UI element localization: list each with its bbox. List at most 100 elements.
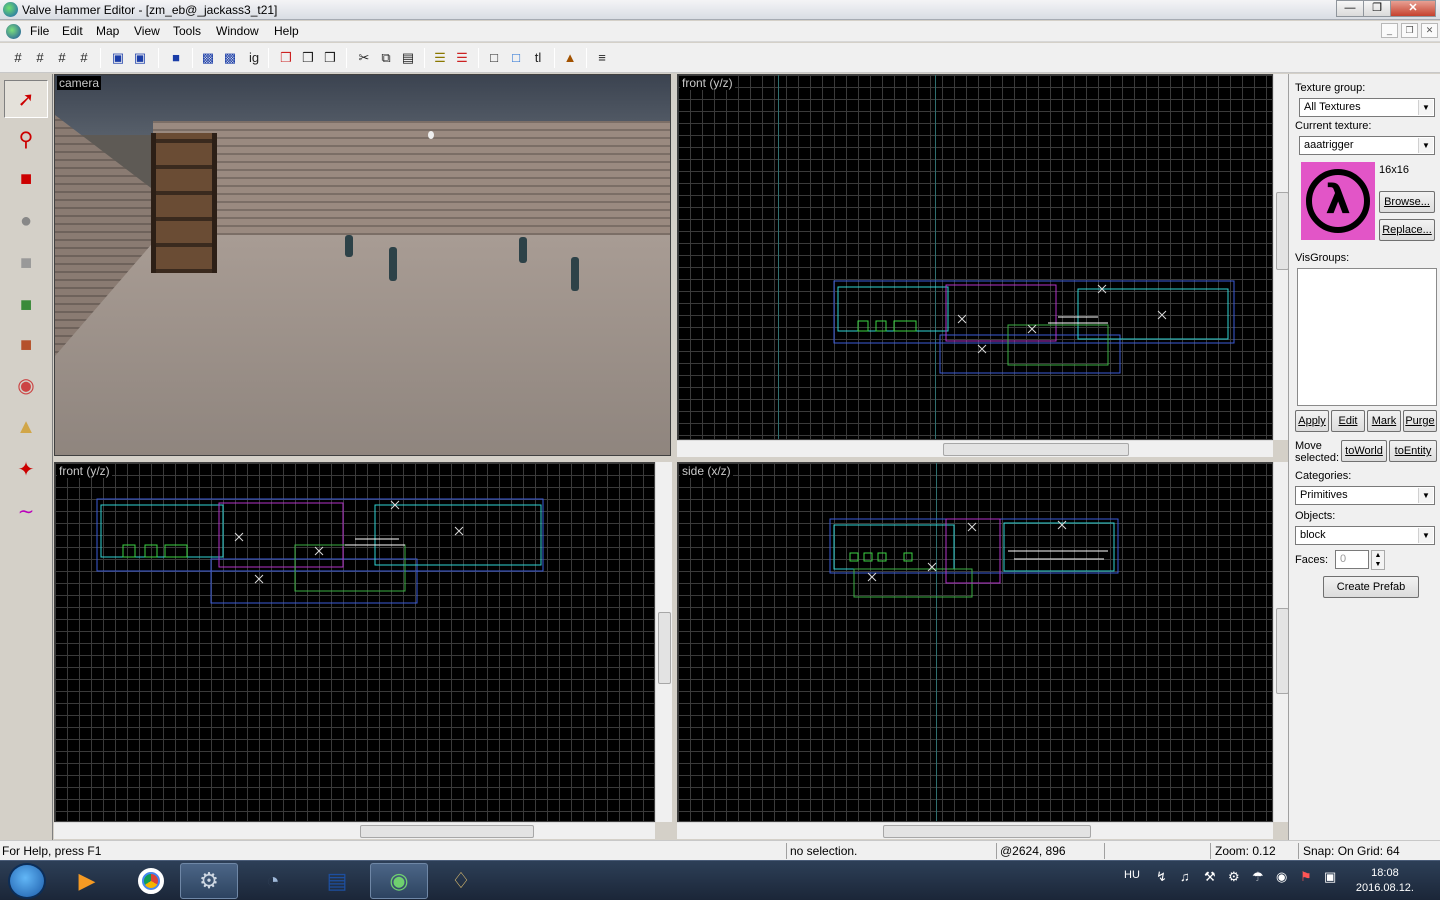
compile-icon[interactable]: ▲ <box>560 48 580 68</box>
apply-button[interactable]: Apply <box>1295 410 1329 432</box>
properties-icon[interactable]: ≡ <box>592 48 612 68</box>
paste-icon[interactable]: ▤ <box>398 48 418 68</box>
carve-icon[interactable]: ❒ <box>276 48 296 68</box>
brush-wireframe <box>829 518 1119 598</box>
selection-tool[interactable]: ➚ <box>4 80 48 118</box>
tray-network-icon[interactable]: ☂ <box>1252 869 1264 885</box>
volume-icon[interactable]: ♫ <box>1180 869 1190 884</box>
replace-button[interactable]: Replace... <box>1379 219 1435 241</box>
tray-monitor-icon[interactable]: ▣ <box>1324 869 1336 885</box>
minimize-button[interactable]: — <box>1336 0 1364 17</box>
to-world-button[interactable]: toWorld <box>1341 440 1387 462</box>
path-tool[interactable]: ∼ <box>4 492 48 530</box>
faces-input[interactable]: 0 <box>1335 550 1369 569</box>
steam-taskbar-icon[interactable]: ⚙ <box>180 863 238 899</box>
start-button[interactable] <box>8 863 46 899</box>
language-indicator[interactable]: HU <box>1124 869 1140 881</box>
categories-select[interactable]: Primitives ▼ <box>1295 486 1435 505</box>
mdi-minimize-button[interactable]: _ <box>1381 23 1398 38</box>
hammer-taskbar-icon[interactable]: ◔ <box>244 863 302 899</box>
browse-button[interactable]: Browse... <box>1379 191 1435 213</box>
texture-lock-icon[interactable]: ❒ <box>320 48 340 68</box>
mark-button[interactable]: Mark <box>1367 410 1401 432</box>
paint-taskbar-icon[interactable]: ♢ <box>432 863 490 899</box>
objects-select[interactable]: block ▼ <box>1295 526 1435 545</box>
front-viewport-top[interactable]: front (y/z) <box>677 74 1273 440</box>
menu-map[interactable]: Map <box>96 24 119 38</box>
menu-file[interactable]: File <box>30 24 49 38</box>
camera-tool[interactable]: ■ <box>4 160 48 198</box>
clip-icon: ▲ <box>16 415 36 438</box>
vertex-tool[interactable]: ✦ <box>4 450 48 488</box>
group-icon[interactable]: ▣ <box>108 48 128 68</box>
hollow-icon[interactable]: ❒ <box>298 48 318 68</box>
viewport-label: camera <box>57 76 102 90</box>
bounding-box-icon[interactable]: □ <box>484 48 504 68</box>
texture-apply-icon[interactable]: ☰ <box>452 48 472 68</box>
pointer-icon: ➚ <box>17 88 35 111</box>
edit-button[interactable]: Edit <box>1331 410 1365 432</box>
grid-smaller-icon[interactable]: # <box>52 48 72 68</box>
decal-icon: ◉ <box>17 374 35 397</box>
camera-viewport[interactable]: camera <box>54 74 671 456</box>
faces-spinner[interactable]: ▲ ▼ <box>1371 550 1385 570</box>
apply-texture-tool[interactable]: ■ <box>4 326 48 364</box>
entity-tool[interactable]: ● <box>4 202 48 240</box>
grid-larger-icon[interactable]: # <box>74 48 94 68</box>
close-button[interactable]: ✕ <box>1390 0 1436 17</box>
main-toolbar: # # # # ▣ ▣ ■ ▩ ▩ ig ❒ ❒ ❒ ✂ ⧉ ▤ ☰ ☰ □ □… <box>0 43 1440 73</box>
menu-tools[interactable]: Tools <box>173 24 201 38</box>
create-prefab-button[interactable]: Create Prefab <box>1323 576 1419 598</box>
document-icon[interactable] <box>6 24 21 39</box>
grid-toggle-icon[interactable]: # <box>8 48 28 68</box>
ungroup-icon[interactable]: ▣ <box>130 48 150 68</box>
chrome-taskbar-icon[interactable] <box>122 863 180 899</box>
copy-icon[interactable]: ⧉ <box>376 48 396 68</box>
horizontal-scrollbar[interactable] <box>677 440 1273 457</box>
texture-group-select[interactable]: All Textures ▼ <box>1299 98 1435 117</box>
text-tool-icon[interactable]: tl <box>528 48 548 68</box>
hide-unselected-icon[interactable]: ▩ <box>220 48 240 68</box>
clip-tool[interactable]: ▲ <box>4 408 48 446</box>
magnify-tool[interactable]: ⚲ <box>4 120 48 158</box>
move-selected-label: Move selected: <box>1295 440 1340 464</box>
to-entity-button[interactable]: toEntity <box>1389 440 1437 462</box>
toggle-texture-icon[interactable]: ☰ <box>430 48 450 68</box>
save-disk-taskbar-icon[interactable]: ▤ <box>308 863 366 899</box>
decal-tool[interactable]: ◉ <box>4 366 48 404</box>
horizontal-scrollbar[interactable] <box>677 822 1273 839</box>
horizontal-scrollbar[interactable] <box>54 822 655 839</box>
menu-window[interactable]: Window <box>216 24 259 38</box>
mdi-restore-button[interactable]: ❐ <box>1401 23 1418 38</box>
menu-view[interactable]: View <box>134 24 160 38</box>
tray-steam-icon[interactable]: ◉ <box>1276 869 1287 885</box>
faces-value: 0 <box>1340 553 1347 565</box>
tray-gear-icon[interactable]: ⚙ <box>1228 869 1240 885</box>
visgroups-list[interactable] <box>1297 268 1437 406</box>
tray-wrench-icon[interactable]: ⚒ <box>1204 869 1216 885</box>
hide-selected-icon[interactable]: ▩ <box>198 48 218 68</box>
tie-to-entity-icon[interactable]: ■ <box>166 48 186 68</box>
current-texture-select[interactable]: aaatrigger ▼ <box>1299 136 1435 155</box>
vertical-scrollbar[interactable] <box>655 462 672 822</box>
player-model <box>389 247 397 281</box>
side-viewport[interactable]: side (x/z) <box>677 462 1273 822</box>
grid-3d-icon[interactable]: # <box>30 48 50 68</box>
texture-tool[interactable]: ■ <box>4 286 48 324</box>
ignore-groups-icon[interactable]: ig <box>244 48 264 68</box>
purge-button[interactable]: Purge <box>1403 410 1437 432</box>
chevron-down-icon: ▼ <box>1418 528 1433 543</box>
tray-bolt-icon[interactable]: ↯ <box>1156 869 1167 885</box>
clock[interactable]: 18:08 2016.08.12. <box>1356 866 1414 896</box>
maximize-button[interactable]: ❐ <box>1363 0 1391 17</box>
front-viewport-bottom[interactable]: front (y/z) <box>54 462 655 822</box>
menu-edit[interactable]: Edit <box>62 24 83 38</box>
block-tool[interactable]: ■ <box>4 244 48 282</box>
cut-icon[interactable]: ✂ <box>354 48 374 68</box>
media-player-taskbar-icon[interactable]: ▶ <box>58 863 116 899</box>
hammer-editor-taskbar-icon[interactable]: ◉ <box>370 863 428 899</box>
mdi-close-button[interactable]: ✕ <box>1421 23 1438 38</box>
menu-help[interactable]: Help <box>274 24 299 38</box>
select-box-icon[interactable]: □ <box>506 48 526 68</box>
tray-flag-icon[interactable]: ⚑ <box>1300 869 1312 885</box>
